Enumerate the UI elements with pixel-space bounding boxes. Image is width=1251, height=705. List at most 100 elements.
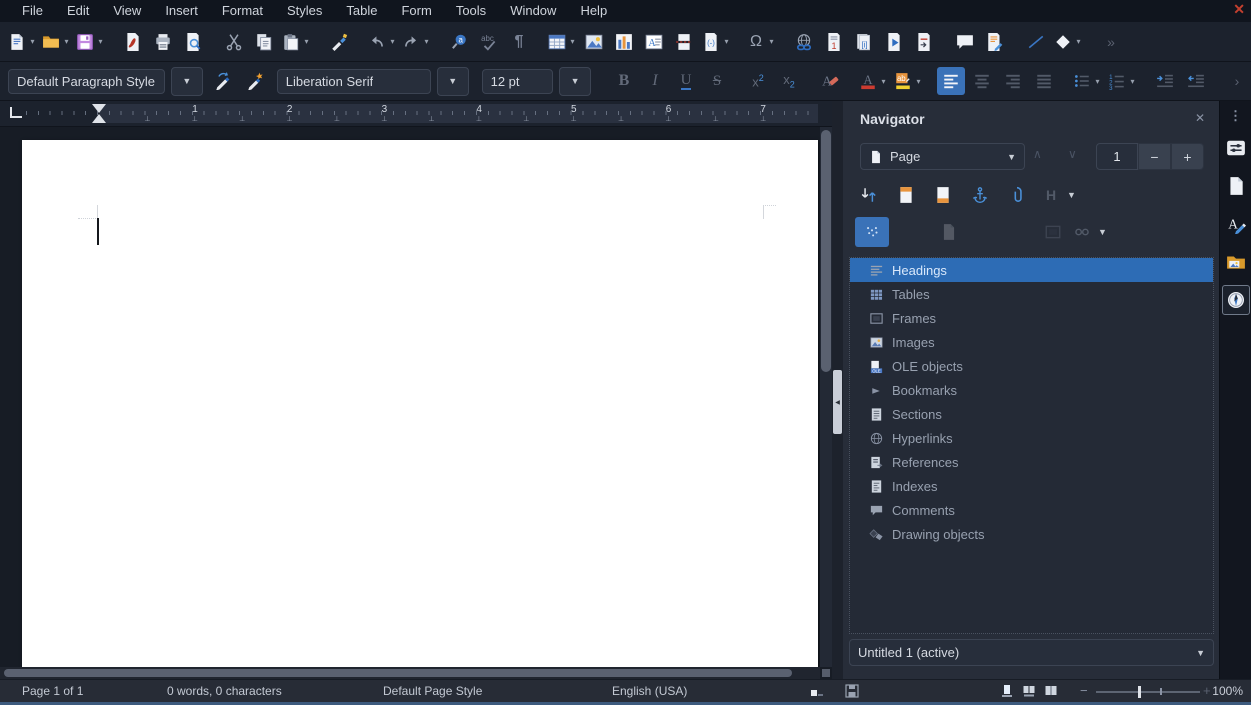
- print-preview-button[interactable]: [179, 28, 207, 56]
- page-number-spinbox[interactable]: 1: [1096, 143, 1138, 170]
- menu-tools[interactable]: Tools: [444, 0, 498, 22]
- navigate-by-combobox[interactable]: Page ▼: [860, 143, 1025, 170]
- insert-text-box-button[interactable]: A: [640, 28, 668, 56]
- cut-button[interactable]: [220, 28, 248, 56]
- sidebar-hide-handle[interactable]: ◀: [833, 370, 842, 434]
- content-navigation-view-button[interactable]: [855, 217, 889, 247]
- strikethrough-button[interactable]: S: [703, 67, 731, 95]
- paragraph-style-dropdown-arrow[interactable]: ▼: [171, 66, 203, 96]
- font-size-combobox[interactable]: 12 pt: [481, 68, 554, 94]
- navigate-by-dropdown-arrow[interactable]: ▼: [1007, 152, 1016, 162]
- navigator-item-images[interactable]: Images: [850, 330, 1213, 354]
- copy-button[interactable]: [250, 28, 278, 56]
- paragraph-style-combobox[interactable]: Default Paragraph Style: [8, 68, 165, 94]
- document-selector-dropdown-arrow[interactable]: ▼: [1196, 648, 1205, 658]
- horizontal-scrollbar-thumb[interactable]: [4, 669, 792, 677]
- ordered-list-dropdown-arrow[interactable]: ▾: [1128, 77, 1137, 86]
- previous-page-button[interactable]: ∧: [1033, 147, 1042, 161]
- navigator-item-references[interactable]: References: [850, 450, 1213, 474]
- insert-line-button[interactable]: [1022, 28, 1050, 56]
- paste-dropdown-arrow[interactable]: ▾: [302, 37, 311, 46]
- insert-field-button[interactable]: (-) ▾: [700, 28, 732, 56]
- multi-page-view-button[interactable]: [1022, 684, 1036, 698]
- formatting-overflow-button[interactable]: ›: [1223, 67, 1251, 95]
- insert-field-dropdown-arrow[interactable]: ▾: [722, 37, 731, 46]
- insert-image-button[interactable]: [580, 28, 608, 56]
- menu-insert[interactable]: Insert: [153, 0, 210, 22]
- navigator-item-headings[interactable]: Headings: [850, 258, 1213, 282]
- insert-table-button[interactable]: ▾: [546, 28, 578, 56]
- tab-styles[interactable]: A: [1222, 209, 1250, 239]
- menu-window[interactable]: Window: [498, 0, 568, 22]
- redo-button[interactable]: ▾: [400, 28, 432, 56]
- menu-view[interactable]: View: [101, 0, 153, 22]
- save-status-icon[interactable]: [845, 684, 859, 698]
- align-left-button[interactable]: [936, 67, 965, 95]
- drag-mode-button[interactable]: ▼: [1071, 218, 1108, 246]
- navigator-item-tables[interactable]: Tables: [850, 282, 1213, 306]
- highlight-color-dropdown-arrow[interactable]: ▾: [914, 77, 923, 86]
- show-outline-level-button[interactable]: H ▼: [1040, 181, 1077, 209]
- navigator-item-indexes[interactable]: Indexes: [850, 474, 1213, 498]
- insert-comment-button[interactable]: [951, 28, 979, 56]
- next-page-button[interactable]: ∨: [1068, 147, 1077, 161]
- basic-shapes-dropdown-arrow[interactable]: ▾: [1074, 37, 1083, 46]
- menu-form[interactable]: Form: [389, 0, 443, 22]
- align-center-button[interactable]: [968, 67, 996, 95]
- undo-dropdown-arrow[interactable]: ▾: [388, 37, 397, 46]
- navigator-item-bookmarks[interactable]: Bookmarks: [850, 378, 1213, 402]
- menu-edit[interactable]: Edit: [55, 0, 101, 22]
- basic-shapes-button[interactable]: ▾: [1052, 28, 1084, 56]
- font-name-combobox[interactable]: Liberation Serif: [276, 68, 431, 94]
- spelling-button[interactable]: abc: [475, 28, 503, 56]
- navigator-item-comments[interactable]: Comments: [850, 498, 1213, 522]
- tab-navigator[interactable]: [1221, 285, 1250, 315]
- header-button[interactable]: [892, 181, 920, 209]
- page-minus-button[interactable]: −: [1138, 143, 1171, 170]
- language-field[interactable]: English (USA): [612, 684, 687, 698]
- document-page[interactable]: [22, 140, 818, 667]
- export-pdf-button[interactable]: [119, 28, 147, 56]
- insert-page-break-button[interactable]: [670, 28, 698, 56]
- menu-styles[interactable]: Styles: [275, 0, 334, 22]
- redo-dropdown-arrow[interactable]: ▾: [422, 37, 431, 46]
- document-selector-combobox[interactable]: Untitled 1 (active) ▼: [849, 639, 1214, 666]
- menu-format[interactable]: Format: [210, 0, 275, 22]
- ordered-list-button[interactable]: 1 2 3 ▾: [1106, 67, 1138, 95]
- navigator-item-frames[interactable]: Frames: [850, 306, 1213, 330]
- new-style-button[interactable]: [242, 67, 270, 95]
- insert-special-character-button[interactable]: Ω ▾: [745, 28, 777, 56]
- toolbar-overflow-button[interactable]: »: [1097, 28, 1125, 56]
- indent-marker[interactable]: [92, 104, 106, 123]
- insert-footnote-button[interactable]: 1: [820, 28, 848, 56]
- insert-cross-reference-button[interactable]: [910, 28, 938, 56]
- decrease-indent-button[interactable]: [1182, 67, 1210, 95]
- unordered-list-button[interactable]: ▾: [1071, 67, 1103, 95]
- formatting-marks-button[interactable]: ¶: [505, 28, 533, 56]
- font-size-dropdown-arrow[interactable]: ▼: [559, 66, 591, 96]
- open-button[interactable]: ▾: [40, 28, 72, 56]
- tab-page[interactable]: [1222, 171, 1250, 201]
- new-document-dropdown-arrow[interactable]: ▾: [28, 37, 37, 46]
- subscript-button[interactable]: x2: [775, 67, 803, 95]
- toggle-master-view-button[interactable]: [855, 181, 883, 209]
- superscript-button[interactable]: x2: [744, 67, 772, 95]
- new-document-button[interactable]: ▾: [6, 28, 38, 56]
- sidebar-menu[interactable]: ⋮: [1222, 105, 1250, 125]
- single-page-view-button[interactable]: [1000, 684, 1014, 698]
- update-style-button[interactable]: [210, 67, 238, 95]
- zoom-level[interactable]: 100%: [1212, 684, 1243, 698]
- zoom-out-button[interactable]: −: [1080, 683, 1088, 698]
- clear-formatting-button[interactable]: A: [816, 67, 844, 95]
- insert-hyperlink-button[interactable]: [790, 28, 818, 56]
- tab-properties[interactable]: [1222, 133, 1250, 163]
- footer-button[interactable]: [929, 181, 957, 209]
- print-button[interactable]: [149, 28, 177, 56]
- zoom-slider[interactable]: [1096, 691, 1200, 693]
- tab-gallery[interactable]: [1222, 247, 1250, 277]
- find-and-replace-button[interactable]: a: [445, 28, 473, 56]
- save-dropdown-arrow[interactable]: ▾: [96, 37, 105, 46]
- vertical-scrollbar-thumb[interactable]: [821, 130, 831, 372]
- navigator-close-button[interactable]: ✕: [1195, 111, 1205, 125]
- underline-button[interactable]: U: [672, 67, 700, 95]
